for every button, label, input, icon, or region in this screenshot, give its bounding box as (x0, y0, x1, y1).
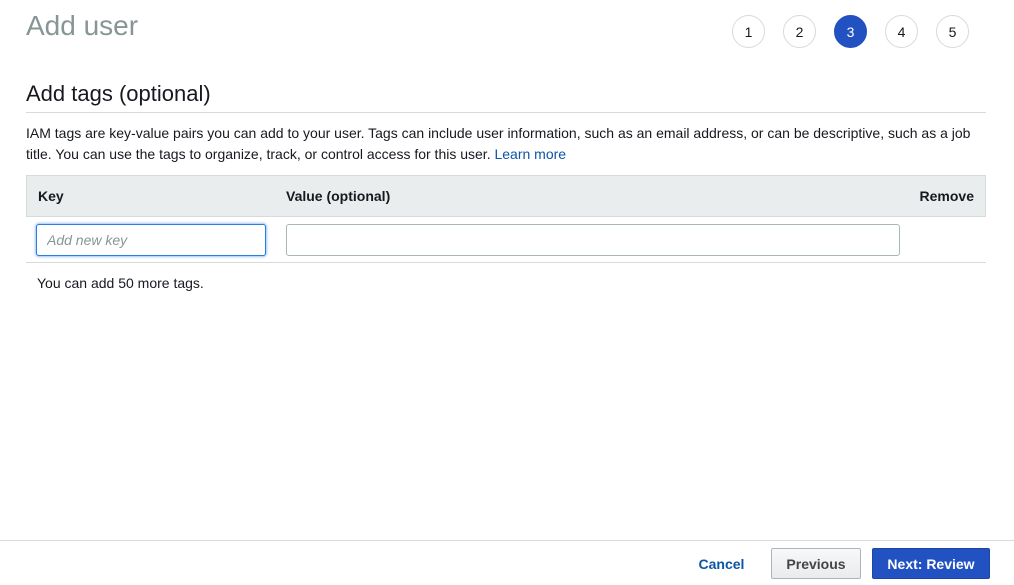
section-divider (26, 112, 986, 113)
previous-button[interactable]: Previous (771, 548, 861, 579)
step-1[interactable]: 1 (732, 15, 765, 48)
section-title: Add tags (optional) (26, 81, 211, 106)
remove-column-header: Remove (919, 188, 974, 204)
footer-divider (0, 540, 1014, 541)
step-2[interactable]: 2 (783, 15, 816, 48)
tag-key-input[interactable] (36, 224, 266, 256)
cancel-button[interactable]: Cancel (690, 553, 753, 575)
step-4[interactable]: 4 (885, 15, 918, 48)
next-review-button[interactable]: Next: Review (872, 548, 990, 579)
tags-description: IAM tags are key-value pairs you can add… (26, 123, 986, 165)
add-user-page: Add user 1 2 3 4 5 Add tags (optional) I… (0, 0, 1014, 585)
table-row (26, 217, 986, 263)
tags-table-header: Key Value (optional) Remove (26, 175, 986, 217)
tags-remaining-text: You can add 50 more tags. (37, 275, 204, 291)
tag-value-input[interactable] (286, 224, 900, 256)
key-column-header: Key (38, 188, 64, 204)
page-title: Add user (26, 10, 139, 41)
value-column-header: Value (optional) (286, 188, 391, 204)
wizard-steps: 1 2 3 4 5 (732, 15, 969, 48)
tags-table: Key Value (optional) Remove (26, 175, 986, 263)
learn-more-link[interactable]: Learn more (494, 146, 566, 162)
step-5[interactable]: 5 (936, 15, 969, 48)
step-3-current[interactable]: 3 (834, 15, 867, 48)
